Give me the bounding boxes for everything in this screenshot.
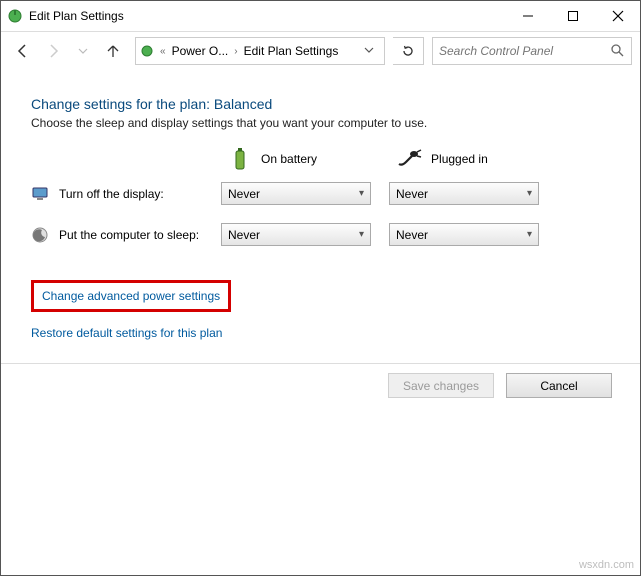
save-changes-button[interactable]: Save changes <box>388 373 494 398</box>
page-description: Choose the sleep and display settings th… <box>31 116 626 130</box>
breadcrumb-power-options[interactable]: Power O... <box>172 44 229 58</box>
maximize-button[interactable] <box>550 1 595 31</box>
put-to-sleep-label-group: Put the computer to sleep: <box>31 226 221 244</box>
content: Change settings for the plan: Balanced C… <box>1 70 640 340</box>
window-title: Edit Plan Settings <box>29 9 124 23</box>
search-icon[interactable] <box>602 43 632 60</box>
address-icons <box>140 44 154 58</box>
put-to-sleep-label: Put the computer to sleep: <box>59 228 199 242</box>
cancel-button[interactable]: Cancel <box>506 373 612 398</box>
minimize-button[interactable] <box>505 1 550 31</box>
chevron-down-icon: ▾ <box>359 229 364 240</box>
row-turn-off-display: Turn off the display: Never ▾ Never ▾ <box>31 182 626 205</box>
display-battery-dropdown[interactable]: Never ▾ <box>221 182 371 205</box>
footer-divider <box>1 363 640 364</box>
navbar: « Power O... › Edit Plan Settings <box>1 32 640 70</box>
chevron-right-icon[interactable]: › <box>232 46 239 57</box>
chevron-down-icon: ▾ <box>359 188 364 199</box>
column-headers: On battery Plugged in <box>227 146 626 172</box>
address-bar[interactable]: « Power O... › Edit Plan Settings <box>135 37 385 65</box>
caption-controls <box>505 1 640 31</box>
footer-buttons: Save changes Cancel <box>388 373 612 398</box>
forward-button[interactable] <box>39 37 67 65</box>
search-input[interactable] <box>433 44 602 58</box>
watermark: wsxdn.com <box>579 559 634 571</box>
display-plugged-value: Never <box>396 187 428 201</box>
breadcrumb-edit-plan[interactable]: Edit Plan Settings <box>244 44 339 58</box>
sleep-battery-value: Never <box>228 228 260 242</box>
display-battery-value: Never <box>228 187 260 201</box>
turn-off-display-label: Turn off the display: <box>59 187 164 201</box>
on-battery-label: On battery <box>261 152 317 166</box>
plugged-in-label: Plugged in <box>431 152 488 166</box>
highlight-box: Change advanced power settings <box>31 280 231 312</box>
chevron-down-icon: ▾ <box>527 188 532 199</box>
titlebar: Edit Plan Settings <box>1 1 640 32</box>
refresh-button[interactable] <box>393 37 424 65</box>
plugged-in-header: Plugged in <box>397 146 488 172</box>
window: Edit Plan Settings <box>0 0 641 576</box>
sleep-plugged-value: Never <box>396 228 428 242</box>
monitor-icon <box>31 185 49 203</box>
battery-icon <box>227 146 253 172</box>
up-button[interactable] <box>99 37 127 65</box>
app-icon <box>7 8 23 24</box>
on-battery-header: On battery <box>227 146 317 172</box>
turn-off-display-label-group: Turn off the display: <box>31 185 221 203</box>
chevron-icon[interactable]: « <box>158 46 168 57</box>
chevron-down-icon: ▾ <box>527 229 532 240</box>
close-button[interactable] <box>595 1 640 31</box>
moon-icon <box>31 226 49 244</box>
row-put-to-sleep: Put the computer to sleep: Never ▾ Never… <box>31 223 626 246</box>
page-title: Change settings for the plan: Balanced <box>31 96 626 112</box>
back-button[interactable] <box>9 37 37 65</box>
display-plugged-dropdown[interactable]: Never ▾ <box>389 182 539 205</box>
recent-locations-button[interactable] <box>69 37 97 65</box>
control-panel-icon <box>140 44 154 58</box>
sleep-battery-dropdown[interactable]: Never ▾ <box>221 223 371 246</box>
plug-icon <box>397 146 423 172</box>
sleep-plugged-dropdown[interactable]: Never ▾ <box>389 223 539 246</box>
restore-defaults-link[interactable]: Restore default settings for this plan <box>31 326 222 340</box>
search-box[interactable] <box>432 37 632 65</box>
advanced-power-settings-link[interactable]: Change advanced power settings <box>42 289 220 303</box>
address-dropdown-icon[interactable] <box>358 44 380 58</box>
